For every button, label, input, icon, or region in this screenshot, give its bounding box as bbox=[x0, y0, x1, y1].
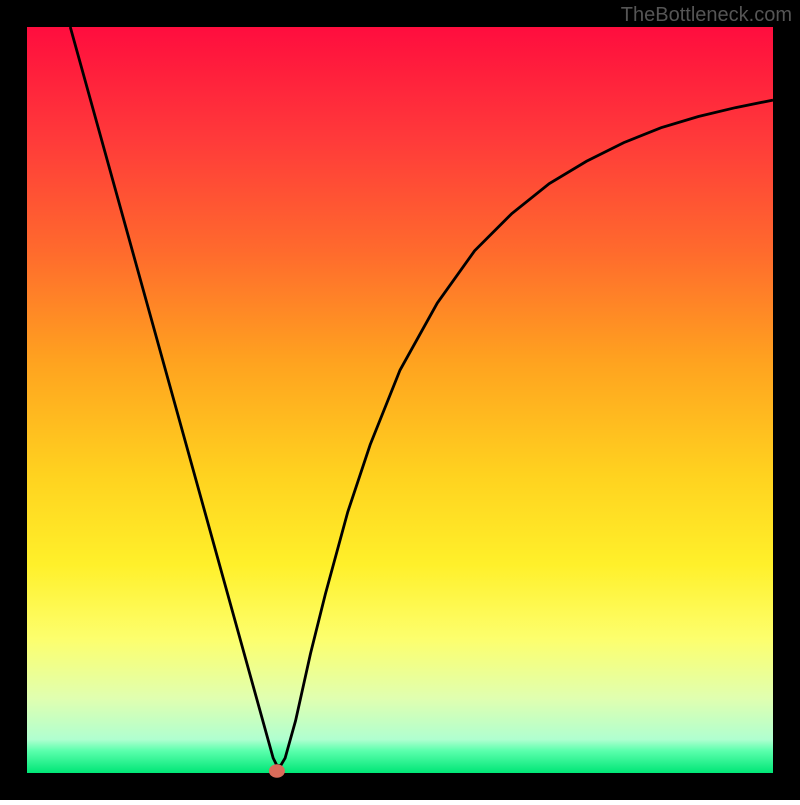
chart-plot-area bbox=[27, 27, 773, 773]
optimum-marker bbox=[269, 764, 285, 778]
chart-container bbox=[0, 0, 800, 800]
watermark-text: TheBottleneck.com bbox=[621, 4, 792, 27]
chart-svg bbox=[0, 0, 800, 800]
